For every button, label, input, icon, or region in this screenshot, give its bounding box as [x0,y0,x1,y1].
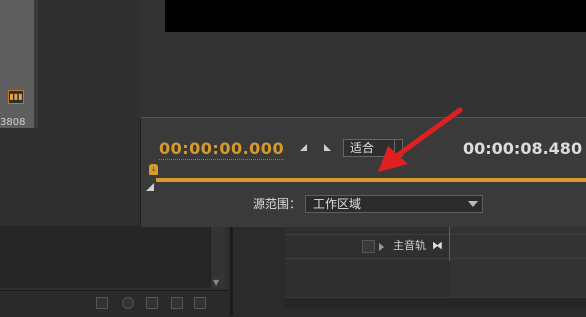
playhead-icon[interactable]: ⇣ [149,164,158,175]
annotation-arrow-icon [378,107,463,172]
bowtie-icon[interactable]: ⧓ [432,240,443,252]
delete-icon[interactable] [194,297,206,309]
search-icon[interactable] [122,297,134,309]
duration-timecode: 00:00:08.480 [463,139,583,158]
new-item-icon[interactable] [171,297,183,309]
clip-number: 3808 [0,117,26,128]
panel-edge [34,0,38,128]
track-headers [285,227,450,297]
scroll-down-icon[interactable]: ▼ [213,278,219,287]
project-list [0,226,211,288]
timeline-scrollbar[interactable] [285,297,586,308]
audio-waveform-icon[interactable]: ▮▮▮ [8,90,24,104]
mark-out-icon[interactable] [324,144,331,151]
panel-divider[interactable] [230,227,233,316]
track-divider [285,234,586,235]
list-view-icon[interactable] [96,297,108,309]
video-preview [165,0,586,32]
current-timecode[interactable]: 00:00:00.000 [159,139,285,160]
timeline-playhead[interactable] [449,227,450,261]
source-range-dropdown[interactable]: 工作区域 [305,195,483,213]
track-divider [285,258,586,259]
range-start-handle-icon[interactable] [146,183,154,191]
track-content [450,227,586,297]
folder-icon[interactable] [146,297,158,309]
chevron-down-icon[interactable] [468,201,478,207]
mark-in-icon[interactable] [300,144,307,151]
expand-arrow-icon[interactable] [379,243,384,251]
master-track-label: 主音轨 [393,239,426,252]
source-range-label: 源范围： [253,197,302,211]
track-toggle[interactable] [362,240,375,253]
project-thumbnail-area [0,0,34,128]
